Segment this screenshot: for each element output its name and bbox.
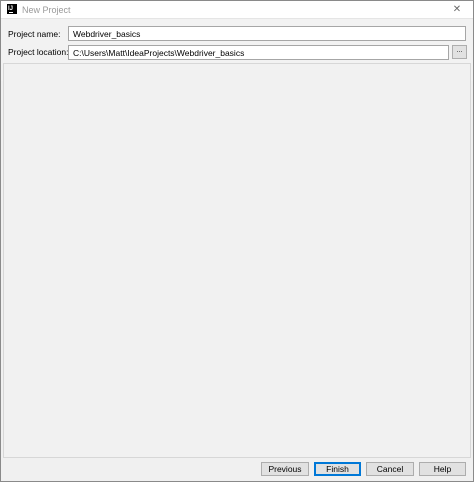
project-name-label: Project name:: [8, 29, 61, 39]
new-project-dialog: IJ New Project ✕ Project name: Project l…: [0, 0, 474, 482]
previous-button[interactable]: Previous: [261, 462, 309, 476]
dialog-footer: Previous Finish Cancel Help: [1, 459, 473, 481]
close-icon[interactable]: ✕: [445, 1, 469, 18]
project-location-input[interactable]: [68, 45, 449, 60]
window-title: New Project: [22, 5, 71, 15]
help-button[interactable]: Help: [419, 462, 466, 476]
content-panel: [3, 63, 471, 458]
intellij-icon: IJ: [7, 4, 17, 14]
cancel-button[interactable]: Cancel: [366, 462, 414, 476]
browse-button[interactable]: ...: [452, 45, 467, 59]
project-name-input[interactable]: [68, 26, 466, 41]
title-bar: IJ New Project ✕: [1, 1, 473, 19]
finish-button[interactable]: Finish: [314, 462, 361, 476]
project-location-label: Project location:: [8, 47, 69, 57]
